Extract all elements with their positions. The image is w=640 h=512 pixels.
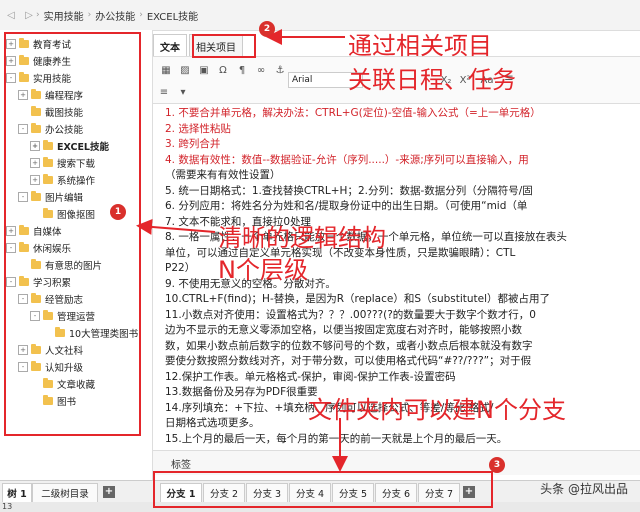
arrow-to-tree <box>136 218 216 235</box>
annotation-arrows <box>136 29 348 472</box>
annotation-text-schedule: 关联日程、任务 <box>348 66 516 94</box>
annotation-text-related: 通过相关项目 <box>348 32 492 60</box>
annotation-text-levels: N个层级 <box>218 256 308 284</box>
watermark: 头条 @拉风出品 <box>540 482 628 496</box>
annotation-text-branches: 文件夹内可以建N个分支 <box>308 396 566 424</box>
annotation-text-structure: 清晰的逻辑结构 <box>218 224 386 252</box>
